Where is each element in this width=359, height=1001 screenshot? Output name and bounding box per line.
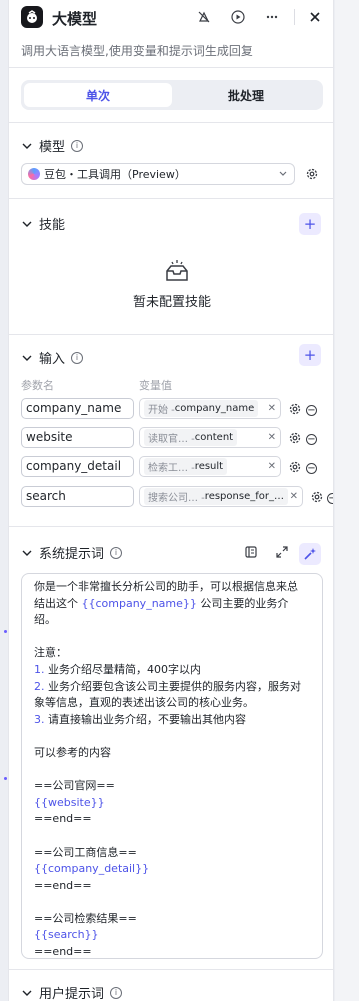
remove-param-icon[interactable]: − — [306, 434, 317, 445]
connection-dot — [4, 777, 7, 780]
model-section-header[interactable]: 模型 i — [21, 136, 84, 155]
model-settings-gear-icon[interactable] — [305, 167, 319, 181]
divider — [9, 67, 333, 68]
remove-param-icon[interactable]: − — [306, 405, 317, 416]
param-value-ref[interactable]: 搜索公司… - response_for_… ✕ — [139, 486, 303, 507]
clear-icon[interactable]: ✕ — [268, 461, 276, 472]
info-icon[interactable]: i — [110, 986, 123, 999]
skills-section-header[interactable]: 技能 — [21, 214, 65, 233]
info-icon[interactable]: i — [71, 351, 84, 364]
run-icon[interactable] — [230, 9, 246, 25]
remove-param-icon[interactable]: − — [306, 463, 317, 474]
chevron-down-icon — [22, 990, 32, 996]
chevron-down-icon — [22, 143, 32, 149]
panel-header: 大模型 — [9, 0, 333, 34]
variable-token: {{website}} — [34, 795, 105, 809]
param-value-column-label: 变量值 — [139, 379, 172, 392]
info-icon[interactable]: i — [71, 139, 84, 152]
header-divider — [294, 9, 295, 25]
divider — [9, 198, 333, 199]
clear-icon[interactable]: ✕ — [268, 432, 276, 443]
chevron-down-icon — [279, 171, 287, 176]
empty-box-icon — [166, 260, 188, 281]
magic-wand-icon — [304, 548, 316, 560]
param-name-input[interactable]: company_detail — [21, 456, 134, 477]
expand-icon[interactable] — [275, 545, 289, 559]
scrollbar-track[interactable] — [335, 0, 359, 1001]
node-config-panel: 大模型 调用大语言模型,使用变量和提示词生成回复 单次 批处理 模型 i 豆包・… — [8, 0, 334, 1001]
model-select[interactable]: 豆包・工具调用（Preview） — [21, 163, 295, 185]
variable-chip: 读取官… - content — [144, 429, 238, 446]
skills-section-title: 技能 — [39, 218, 66, 233]
divider — [9, 122, 333, 123]
divider — [9, 526, 333, 527]
variable-chip: 开始 - company_name — [144, 400, 259, 417]
system-prompt-editor[interactable]: 你是一个非常擅长分析公司的助手，可以根据信息来总 结出这个 {{company_… — [21, 573, 323, 959]
divider — [9, 334, 333, 335]
selected-model: 豆包・工具调用（Preview） — [44, 168, 186, 181]
input-section-title: 输入 — [39, 352, 66, 367]
model-section-title: 模型 — [39, 140, 66, 155]
add-input-button[interactable]: + — [299, 344, 321, 366]
info-icon[interactable]: i — [110, 546, 123, 559]
tab-batch[interactable]: 批处理 — [172, 83, 320, 107]
param-value-ref[interactable]: 检索工… - result ✕ — [139, 456, 281, 477]
system-prompt-title: 系统提示词 — [39, 547, 105, 562]
variable-token: {{company_name}} — [81, 596, 197, 610]
param-value-ref[interactable]: 开始 - company_name ✕ — [139, 398, 281, 419]
panel-description: 调用大语言模型,使用变量和提示词生成回复 — [21, 44, 253, 58]
close-icon[interactable] — [307, 9, 323, 25]
param-name-input[interactable]: search — [21, 486, 134, 507]
clear-icon[interactable]: ✕ — [268, 403, 276, 414]
remove-param-icon[interactable]: − — [327, 493, 333, 504]
more-icon[interactable] — [264, 9, 280, 25]
llm-logo-icon — [21, 6, 43, 28]
ai-optimize-button[interactable] — [299, 543, 321, 565]
variable-token: {{company_detail}} — [34, 862, 150, 876]
param-value-ref[interactable]: 读取官… - content ✕ — [139, 427, 281, 448]
add-skill-button[interactable]: + — [299, 213, 321, 235]
chevron-down-icon — [22, 550, 32, 556]
prompt-library-icon[interactable] — [244, 545, 258, 559]
debug-off-icon[interactable] — [196, 9, 212, 25]
settings-gear-icon[interactable] — [288, 431, 302, 445]
divider — [9, 969, 333, 970]
doubao-logo-icon — [28, 168, 40, 180]
param-name-input[interactable]: company_name — [21, 398, 134, 419]
settings-gear-icon[interactable] — [288, 460, 302, 474]
settings-gear-icon[interactable] — [310, 490, 324, 504]
input-section-header[interactable]: 输入 i — [21, 348, 84, 367]
variable-chip: 检索工… - result — [144, 458, 228, 475]
system-prompt-section-header[interactable]: 系统提示词 i — [21, 543, 123, 562]
user-prompt-section-header[interactable]: 用户提示词 i — [21, 983, 123, 1001]
tab-single[interactable]: 单次 — [24, 83, 172, 107]
settings-gear-icon[interactable] — [288, 402, 302, 416]
variable-token: {{search}} — [34, 928, 99, 942]
skills-empty-text: 暂未配置技能 — [132, 295, 211, 310]
panel-title: 大模型 — [52, 10, 98, 28]
chevron-down-icon — [22, 221, 32, 227]
mode-switch: 单次 批处理 — [21, 80, 323, 110]
variable-chip: 搜索公司… - response_for_… — [144, 488, 288, 505]
user-prompt-title: 用户提示词 — [39, 987, 105, 1001]
param-name-input[interactable]: website — [21, 427, 134, 448]
chevron-down-icon — [22, 355, 32, 361]
connection-dot — [4, 630, 7, 633]
clear-icon[interactable]: ✕ — [290, 491, 298, 502]
param-name-column-label: 参数名 — [21, 379, 54, 392]
